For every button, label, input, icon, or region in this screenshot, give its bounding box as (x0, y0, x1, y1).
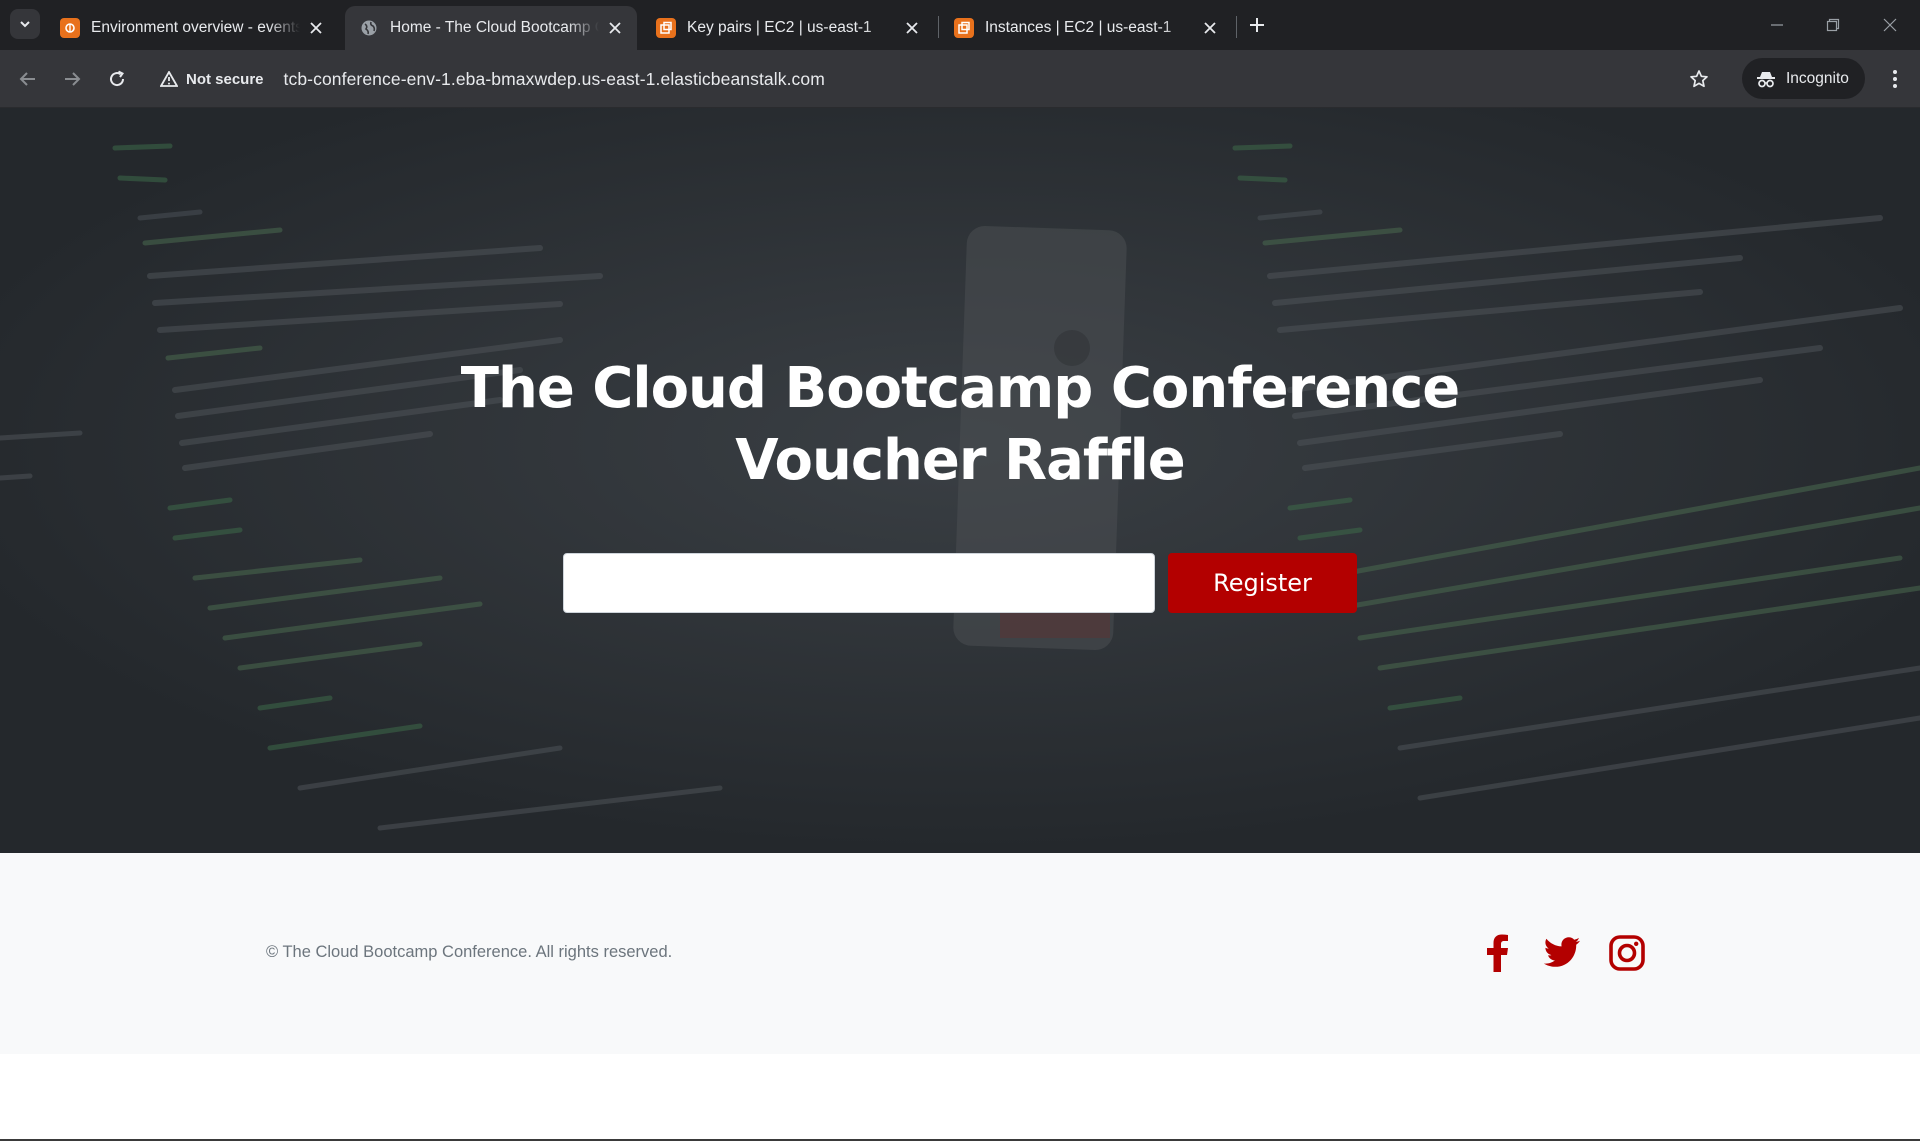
facebook-icon (1487, 934, 1508, 972)
back-button[interactable] (13, 64, 43, 94)
warning-triangle-icon (160, 71, 178, 87)
restore-button[interactable] (1820, 12, 1846, 38)
tab-separator (1236, 16, 1237, 38)
aws-ec2-icon (656, 18, 676, 38)
close-icon[interactable] (306, 18, 326, 38)
new-tab-button[interactable] (1244, 12, 1270, 38)
site-security-indicator[interactable]: Not secure (160, 71, 264, 88)
email-input[interactable] (563, 553, 1155, 613)
close-icon (1883, 18, 1897, 32)
twitter-link[interactable] (1542, 933, 1582, 973)
tab-title: Key pairs | EC2 | us-east-1 (687, 19, 872, 36)
incognito-icon (1757, 71, 1775, 87)
browser-menu-button[interactable] (1880, 64, 1910, 94)
incognito-profile-button[interactable]: Incognito (1742, 58, 1865, 99)
aws-elastic-beanstalk-icon (60, 18, 80, 38)
tab-environment-overview[interactable]: Environment overview - events (46, 6, 338, 50)
arrow-right-icon (65, 72, 81, 86)
tab-title: Instances | EC2 | us-east-1 (985, 19, 1172, 36)
star-icon (1690, 70, 1708, 88)
more-vertical-icon (1893, 70, 1897, 88)
address-bar[interactable]: Not secure tcb-conference-env-1.eba-bmax… (150, 58, 1706, 100)
copyright-text: © The Cloud Bootcamp Conference. All rig… (266, 943, 673, 961)
register-button[interactable]: Register (1168, 553, 1357, 613)
instagram-icon (1609, 935, 1645, 971)
tab-separator (938, 16, 939, 38)
page-footer: © The Cloud Bootcamp Conference. All rig… (0, 853, 1920, 1054)
page-title: The Cloud Bootcamp Conference Voucher Ra… (0, 353, 1920, 497)
reload-button[interactable] (102, 64, 132, 94)
arrow-left-icon (19, 72, 35, 86)
browser-toolbar: Not secure tcb-conference-env-1.eba-bmax… (0, 50, 1920, 108)
profile-label: Incognito (1786, 69, 1849, 87)
twitter-icon (1543, 937, 1580, 967)
hero-section: The Cloud Bootcamp Conference Voucher Ra… (0, 108, 1920, 853)
chevron-down-icon (20, 21, 30, 28)
tab-title: Home - The Cloud Bootcamp Conference (390, 19, 599, 36)
bookmark-button[interactable] (1684, 64, 1714, 94)
url-text[interactable]: tcb-conference-env-1.eba-bmaxwdep.us-eas… (284, 69, 825, 90)
tab-instances[interactable]: Instances | EC2 | us-east-1 (940, 6, 1232, 50)
globe-icon (359, 18, 379, 38)
tab-home-cloud-bootcamp[interactable]: Home - The Cloud Bootcamp Conference (345, 6, 637, 50)
close-icon[interactable] (1200, 18, 1220, 38)
plus-icon (1250, 18, 1264, 32)
close-icon[interactable] (902, 18, 922, 38)
close-icon[interactable] (605, 18, 625, 38)
registration-form: Register (563, 553, 1357, 613)
instagram-link[interactable] (1607, 933, 1647, 973)
minimize-icon (1771, 24, 1783, 26)
security-label: Not secure (186, 70, 264, 88)
tab-title: Environment overview - events (91, 19, 300, 36)
restore-icon (1826, 18, 1840, 32)
page-bottom-area (0, 1054, 1920, 1141)
title-line-1: The Cloud Bootcamp Conference (460, 356, 1460, 421)
reload-icon (110, 70, 125, 87)
minimize-button[interactable] (1764, 12, 1790, 38)
title-line-2: Voucher Raffle (735, 428, 1186, 493)
browser-tab-strip: Environment overview - events Home - The… (0, 0, 1920, 50)
close-window-button[interactable] (1877, 12, 1903, 38)
tab-key-pairs[interactable]: Key pairs | EC2 | us-east-1 (642, 6, 934, 50)
aws-ec2-icon (954, 18, 974, 38)
tab-search-button[interactable] (10, 9, 40, 39)
facebook-link[interactable] (1477, 933, 1517, 973)
forward-button[interactable] (57, 64, 87, 94)
